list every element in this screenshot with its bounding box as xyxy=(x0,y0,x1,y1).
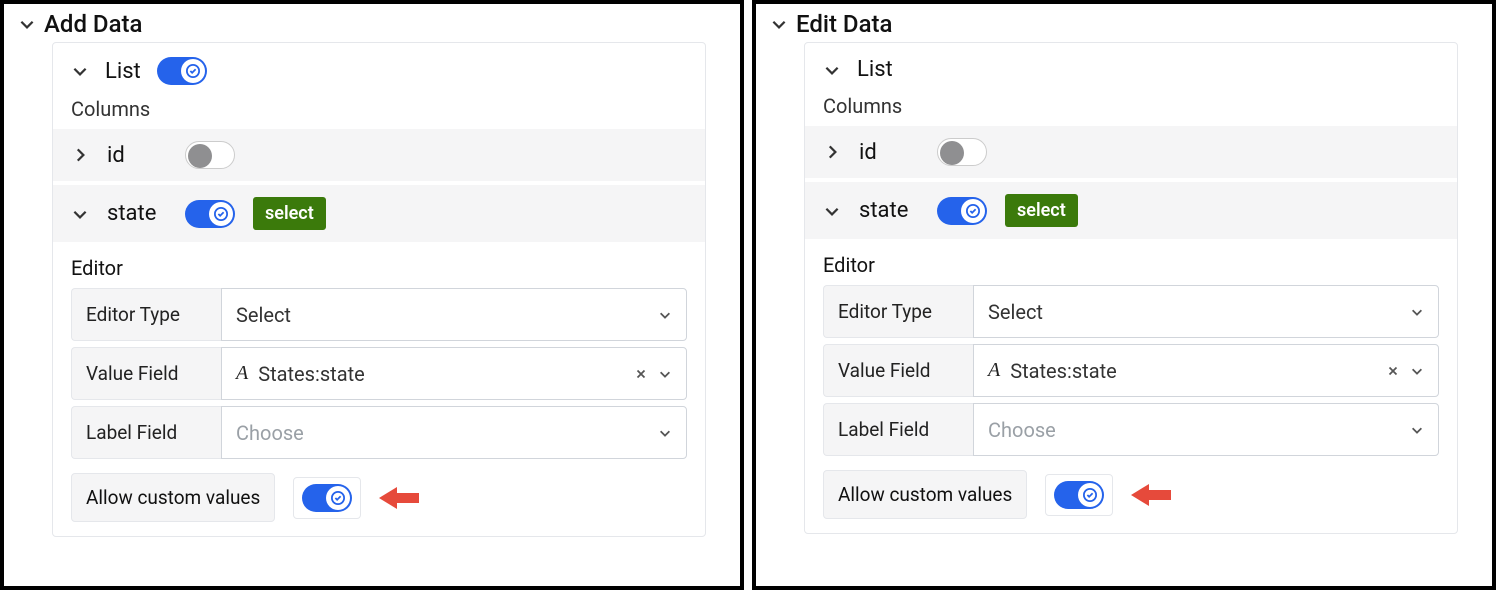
editor-heading: Editor xyxy=(53,246,705,288)
list-row: List xyxy=(53,53,705,97)
label-field-label: Label Field xyxy=(823,403,973,456)
editor-type-row: Editor Type Select xyxy=(53,288,705,341)
edit-data-panel: Edit Data List Columns id xyxy=(752,0,1496,590)
label-field-select[interactable]: Choose xyxy=(973,403,1439,456)
chevron-down-icon xyxy=(658,367,672,381)
panel-body: List Columns id state xyxy=(52,42,706,537)
value-field-row: Value Field A States:state xyxy=(805,344,1457,397)
chevron-down-icon xyxy=(658,308,672,322)
chevron-down-icon xyxy=(1410,423,1424,437)
select-badge: select xyxy=(253,197,326,230)
column-id-toggle[interactable] xyxy=(937,138,987,166)
clear-icon[interactable] xyxy=(634,367,648,381)
column-name: state xyxy=(107,201,167,226)
editor-type-value: Select xyxy=(988,300,1043,324)
editor-type-label: Editor Type xyxy=(71,288,221,341)
list-label: List xyxy=(857,57,893,82)
chevron-down-icon xyxy=(1410,364,1424,378)
column-row-id: id xyxy=(805,126,1457,182)
column-name: id xyxy=(859,140,919,165)
chevron-down-icon[interactable] xyxy=(770,15,788,33)
clear-icon[interactable] xyxy=(1386,364,1400,378)
chevron-right-icon[interactable] xyxy=(823,143,841,161)
editor-type-value: Select xyxy=(236,303,291,327)
annotation-arrow-icon xyxy=(1131,480,1171,510)
label-field-row: Label Field Choose xyxy=(805,403,1457,456)
column-name: id xyxy=(107,143,167,168)
panel-title: Add Data xyxy=(44,10,142,38)
allow-custom-label: Allow custom values xyxy=(71,473,275,522)
editor-heading: Editor xyxy=(805,243,1457,285)
list-row: List xyxy=(805,53,1457,94)
label-field-row: Label Field Choose xyxy=(53,406,705,459)
chevron-down-icon[interactable] xyxy=(71,205,89,223)
allow-custom-row: Allow custom values xyxy=(53,465,705,536)
label-field-label: Label Field xyxy=(71,406,221,459)
label-field-select[interactable]: Choose xyxy=(221,406,687,459)
chevron-down-icon xyxy=(1410,305,1424,319)
label-field-placeholder: Choose xyxy=(236,421,304,445)
allow-custom-toggle-box xyxy=(293,477,361,519)
panel-title: Edit Data xyxy=(796,10,892,38)
column-state-toggle[interactable] xyxy=(185,200,235,228)
value-field-select[interactable]: A States:state xyxy=(221,347,687,400)
chevron-down-icon[interactable] xyxy=(18,15,36,33)
value-field-label: Value Field xyxy=(71,347,221,400)
allow-custom-row: Allow custom values xyxy=(805,462,1457,533)
allow-custom-toggle-box xyxy=(1045,474,1113,516)
chevron-right-icon[interactable] xyxy=(71,146,89,164)
value-field-select[interactable]: A States:state xyxy=(973,344,1439,397)
panel-body: List Columns id state xyxy=(804,42,1458,534)
columns-heading: Columns xyxy=(53,97,705,129)
column-name: state xyxy=(859,198,919,223)
allow-custom-label: Allow custom values xyxy=(823,470,1027,519)
add-data-panel: Add Data List Columns id xyxy=(0,0,744,590)
editor-type-row: Editor Type Select xyxy=(805,285,1457,338)
panel-header: Edit Data xyxy=(770,10,1478,38)
column-row-state: state select xyxy=(805,182,1457,243)
column-row-state: state select xyxy=(53,185,705,246)
allow-custom-toggle[interactable] xyxy=(1054,481,1104,509)
list-label: List xyxy=(105,59,141,84)
column-state-toggle[interactable] xyxy=(937,197,987,225)
select-badge: select xyxy=(1005,194,1078,227)
chevron-down-icon[interactable] xyxy=(823,202,841,220)
editor-type-label: Editor Type xyxy=(823,285,973,338)
value-field-row: Value Field A States:state xyxy=(53,347,705,400)
column-row-id: id xyxy=(53,129,705,185)
value-field-value: States:state xyxy=(1010,359,1117,383)
annotation-arrow-icon xyxy=(379,483,419,513)
editor-type-select[interactable]: Select xyxy=(221,288,687,341)
chevron-down-icon[interactable] xyxy=(823,61,841,79)
list-toggle[interactable] xyxy=(157,57,207,85)
text-type-icon: A xyxy=(988,359,1000,382)
column-id-toggle[interactable] xyxy=(185,141,235,169)
text-type-icon: A xyxy=(236,362,248,385)
chevron-down-icon[interactable] xyxy=(71,62,89,80)
columns-heading: Columns xyxy=(805,94,1457,126)
panel-header: Add Data xyxy=(18,10,726,38)
value-field-label: Value Field xyxy=(823,344,973,397)
label-field-placeholder: Choose xyxy=(988,418,1056,442)
value-field-value: States:state xyxy=(258,362,365,386)
chevron-down-icon xyxy=(658,426,672,440)
editor-type-select[interactable]: Select xyxy=(973,285,1439,338)
allow-custom-toggle[interactable] xyxy=(302,484,352,512)
